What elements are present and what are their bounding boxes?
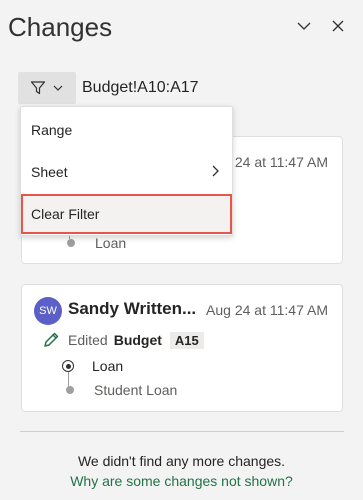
timeline-new-value: Loan	[62, 358, 123, 374]
edit-action: Edited	[68, 332, 108, 348]
filter-dropdown-menu: Range Sheet Clear Filter	[20, 106, 233, 236]
author-name: Sandy Written...	[68, 299, 197, 318]
filter-button[interactable]	[18, 72, 76, 104]
filter-row: Budget!A10:A17	[18, 72, 199, 104]
timeline-old-value: Loan	[65, 235, 126, 251]
changes-not-shown-link[interactable]: Why are some changes not shown?	[0, 473, 363, 489]
menu-item-sheet[interactable]: Sheet	[21, 152, 232, 192]
chevron-down-icon[interactable]	[294, 16, 314, 36]
menu-item-label: Clear Filter	[31, 206, 100, 222]
old-value-text: Loan	[95, 235, 127, 251]
chevron-right-icon	[212, 165, 219, 177]
timeline-old-value: Student Loan	[64, 382, 177, 398]
menu-item-label: Sheet	[31, 164, 68, 180]
old-value-text: Student Loan	[94, 382, 178, 398]
timeline-dot	[67, 239, 75, 247]
timeline-current-dot	[62, 360, 74, 372]
menu-item-range[interactable]: Range	[21, 110, 232, 150]
close-icon[interactable]	[328, 16, 348, 36]
menu-item-label: Range	[31, 122, 73, 138]
divider	[20, 431, 344, 432]
filter-range-label: Budget!A10:A17	[82, 79, 199, 96]
no-more-changes-message: We didn't find any more changes.	[77, 453, 286, 469]
filter-icon	[30, 81, 46, 95]
pane-title: Changes	[8, 12, 113, 42]
timeline-dot	[66, 386, 74, 394]
menu-item-clear-filter[interactable]: Clear Filter	[21, 194, 232, 234]
change-time: 24 at 11:47 AM	[234, 154, 328, 170]
sheet-name: Budget	[113, 332, 162, 348]
change-card[interactable]: SW Sandy Written... Aug 24 at 11:47 AM E…	[21, 284, 343, 412]
change-time: Aug 24 at 11:47 AM	[206, 302, 328, 318]
pencil-icon	[44, 332, 59, 347]
avatar: SW	[34, 297, 62, 325]
chevron-down-icon	[53, 85, 63, 91]
new-value-text: Loan	[92, 358, 124, 374]
edit-summary: Edited Budget A15	[42, 331, 204, 349]
cell-reference[interactable]: A15	[169, 331, 204, 349]
